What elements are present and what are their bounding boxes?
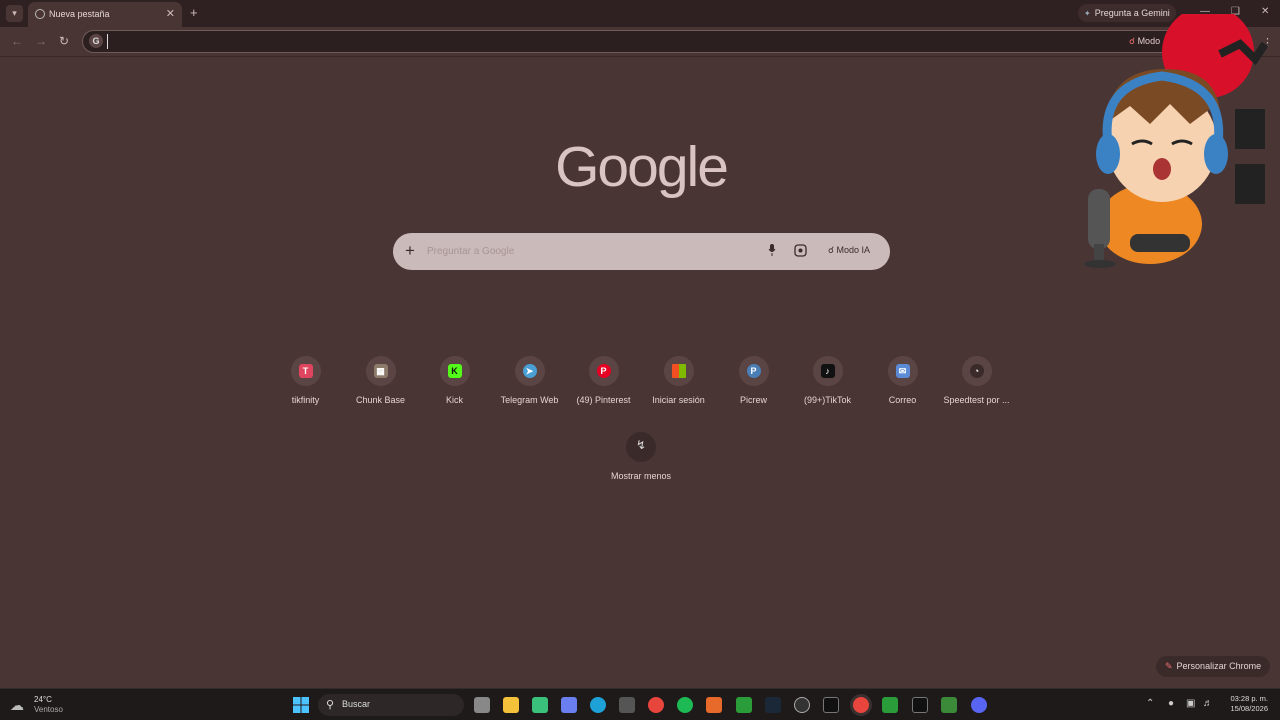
streamer-avatar-overlay: [1084, 14, 1269, 268]
shortcut-label: Chunk Base: [355, 395, 406, 405]
shortcut-picrew[interactable]: P Picrew: [716, 356, 791, 405]
taskbar-search[interactable]: ⚲ Buscar: [318, 694, 464, 716]
chunkbase-icon: ▦: [373, 364, 388, 378]
search-box[interactable]: + ☌ Modo IA: [393, 233, 890, 270]
google-lens-icon[interactable]: [794, 244, 807, 257]
microsoft-icon: [671, 364, 686, 378]
kick-icon: K: [447, 364, 462, 378]
new-tab-button[interactable]: +: [190, 5, 198, 20]
shortcut-speedtest[interactable]: ◔ Speedtest por ...: [939, 356, 1014, 405]
shortcut-iniciar-sesion[interactable]: Iniciar sesión: [641, 356, 716, 405]
microphone-tray-icon[interactable]: ●: [1168, 698, 1174, 709]
weather-temp: 24°C: [34, 695, 52, 704]
shortcut-label: Telegram Web: [500, 395, 559, 405]
shortcut-pinterest[interactable]: P (49) Pinterest: [566, 356, 641, 405]
app-orange-icon[interactable]: [706, 697, 722, 713]
search-input[interactable]: [427, 243, 757, 260]
clock[interactable]: 03:28 p. m. 15/08/2026: [1220, 694, 1268, 714]
telegram-icon: ➤: [522, 364, 537, 378]
shortcut-label: (49) Pinterest: [576, 395, 631, 405]
show-less-button[interactable]: ↯ Mostrar menos: [600, 432, 682, 481]
customize-chrome-button[interactable]: ✎ Personalizar Chrome: [1156, 656, 1270, 677]
address-input[interactable]: [107, 34, 1107, 49]
chrome-favicon-icon: [35, 9, 45, 19]
shortcut-label: Correo: [888, 395, 917, 405]
add-icon[interactable]: +: [405, 241, 415, 261]
volume-icon[interactable]: ♬: [1203, 698, 1213, 709]
collapse-icon: ↯: [636, 438, 647, 452]
spotify-icon[interactable]: [677, 697, 693, 713]
network-icon[interactable]: ▣: [1186, 698, 1195, 709]
shortcut-label: Iniciar sesión: [652, 395, 705, 405]
tray-expand-icon[interactable]: ⌃: [1146, 698, 1154, 709]
picrew-icon: P: [746, 364, 761, 378]
app-grid-icon[interactable]: [532, 697, 548, 713]
mail-icon: ✉: [895, 364, 910, 378]
shortcut-label: Picrew: [739, 395, 767, 405]
edge-icon[interactable]: [590, 697, 606, 713]
copilot-icon[interactable]: [561, 697, 577, 713]
tab-close-icon[interactable]: ✕: [166, 7, 175, 20]
epic-games-icon[interactable]: [823, 697, 839, 713]
shortcut-tiktok[interactable]: ♪ (99+)TikTok: [790, 356, 865, 405]
taskbar: ☁ 24°C Ventoso ⚲ Buscar ⌃ ● ▣ ♬ 03:28 p.…: [0, 688, 1280, 720]
shortcut-telegram[interactable]: ➤ Telegram Web: [492, 356, 567, 405]
google-g-icon: G: [89, 34, 103, 48]
windows-start-icon[interactable]: [293, 697, 309, 713]
show-less-label: Mostrar menos: [610, 471, 672, 481]
taskbar-search-label: Buscar: [342, 699, 371, 709]
search-icon: ⚲: [326, 699, 335, 711]
store-icon[interactable]: [619, 697, 635, 713]
back-button[interactable]: ←: [11, 34, 23, 48]
shortcut-chunk-base[interactable]: ▦ Chunk Base: [343, 356, 418, 405]
chrome-active-icon[interactable]: [853, 697, 869, 713]
game-icon[interactable]: [941, 697, 957, 713]
shortcut-tikfinity[interactable]: T tikfinity: [268, 356, 343, 405]
shortcuts-grid: T tikfinity ▦ Chunk Base K Kick ➤ Telegr…: [268, 356, 1016, 416]
shortcut-kick[interactable]: K Kick: [417, 356, 492, 405]
shortcut-correo[interactable]: ✉ Correo: [865, 356, 940, 405]
clock-date: 15/08/2026: [1230, 704, 1268, 713]
shortcut-label: Speedtest por ...: [943, 395, 1010, 405]
chrome-icon[interactable]: [648, 697, 664, 713]
tab-search-button[interactable]: ▾: [6, 5, 23, 22]
forward-button[interactable]: →: [35, 34, 47, 48]
shortcut-label: tikfinity: [291, 395, 320, 405]
shortcut-label: Kick: [445, 395, 463, 405]
reload-button[interactable]: ↻: [59, 34, 69, 48]
ai-mode-label: Modo IA: [836, 245, 871, 255]
xbox-icon[interactable]: [736, 697, 752, 713]
tiktok-icon: ♪: [820, 364, 835, 378]
pencil-icon: ✎: [1165, 661, 1173, 671]
obs-icon[interactable]: [794, 697, 810, 713]
weather-wind-icon[interactable]: ☁: [10, 697, 24, 714]
file-explorer-icon[interactable]: [503, 697, 519, 713]
weather-desc: Ventoso: [34, 705, 63, 714]
ai-mode-button[interactable]: ☌ Modo IA: [828, 245, 870, 256]
microphone-icon[interactable]: [768, 244, 776, 256]
customize-label: Personalizar Chrome: [1176, 661, 1262, 671]
tikfinity-icon: T: [298, 364, 313, 378]
epic-launcher-icon[interactable]: [912, 697, 928, 713]
omnibox[interactable]: G ☌ Modo: [82, 30, 1180, 53]
discord-icon[interactable]: [971, 697, 987, 713]
steam-icon[interactable]: [765, 697, 781, 713]
clock-time: 03:28 p. m.: [1230, 694, 1268, 703]
xbox-app-icon[interactable]: [882, 697, 898, 713]
task-view-icon[interactable]: [474, 697, 490, 713]
google-logo: Google: [555, 135, 729, 199]
tab-title: Nueva pestaña: [49, 9, 110, 19]
pinterest-icon: P: [596, 364, 611, 378]
shortcut-label: (99+)TikTok: [804, 395, 851, 405]
speedtest-icon: ◔: [969, 364, 984, 378]
tab-new-tab[interactable]: Nueva pestaña ✕: [28, 2, 182, 27]
